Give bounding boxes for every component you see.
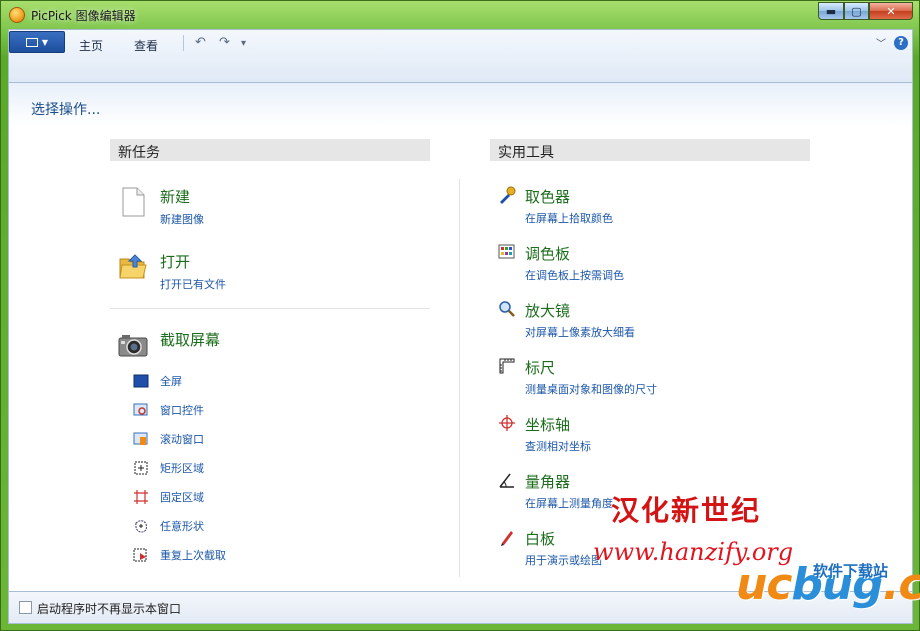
tool-palette[interactable]: 调色板 在调色板上按需调色: [498, 243, 718, 283]
chevron-down-icon: ▼: [41, 37, 49, 47]
window-title: PicPick 图像编辑器: [31, 9, 136, 23]
app-window: PicPick 图像编辑器 ▬ ▢ ✕ ▼ 主页 查看 ↶ ↷ ▾ ﹀ ? 选择…: [0, 0, 920, 631]
ribbon-tab-bar: ▼ 主页 查看 ↶ ↷ ▾ ﹀ ?: [9, 30, 912, 56]
minimize-ribbon-icon[interactable]: ﹀: [876, 35, 886, 50]
tool-description[interactable]: 在屏幕上拾取颜色: [525, 210, 613, 226]
dont-show-label[interactable]: 启动程序时不再显示本窗口: [37, 600, 181, 617]
ribbon: ▼ 主页 查看 ↶ ↷ ▾ ﹀ ?: [8, 29, 913, 83]
capture-screen-item[interactable]: 截取屏幕: [117, 329, 317, 361]
page-title: 选择操作...: [31, 102, 101, 118]
column-divider: [459, 179, 460, 577]
tool-description[interactable]: 对屏幕上像素放大细看: [525, 324, 635, 340]
picpick-app-icon[interactable]: [9, 7, 25, 23]
new-image-item[interactable]: 新建 新建图像: [117, 186, 317, 228]
crosshair-icon: [499, 415, 515, 431]
title-bar[interactable]: PicPick 图像编辑器 ▬ ▢ ✕: [1, 1, 919, 29]
minimize-button[interactable]: ▬: [818, 2, 844, 20]
tab-home[interactable]: 主页: [79, 37, 103, 54]
tool-description[interactable]: 在调色板上按需调色: [525, 267, 624, 283]
undo-icon[interactable]: ↶: [195, 35, 206, 50]
blank-page-icon: [122, 187, 145, 217]
capture-label: 截取屏幕: [160, 331, 221, 349]
open-label: 打开: [160, 253, 191, 271]
fixed-region-icon: [134, 490, 148, 504]
tab-view[interactable]: 查看: [134, 37, 158, 54]
capture-option-label: 全屏: [160, 375, 182, 388]
tool-label: 取色器: [525, 188, 571, 206]
tools-header: 实用工具: [490, 139, 810, 161]
menu-glyph-icon: [25, 37, 38, 47]
dont-show-checkbox[interactable]: [19, 601, 32, 614]
rect-region-icon: [134, 461, 148, 475]
capture-option-label: 固定区域: [160, 491, 204, 504]
tool-description[interactable]: 测量桌面对象和图像的尺寸: [525, 381, 657, 397]
new-description[interactable]: 新建图像: [160, 211, 204, 227]
open-file-item[interactable]: 打开 打开已有文件: [117, 251, 317, 293]
tool-label: 量角器: [525, 473, 571, 491]
tool-ruler[interactable]: 标尺 测量桌面对象和图像的尺寸: [498, 357, 718, 397]
content-header-band: 选择操作...: [9, 83, 912, 127]
new-label: 新建: [160, 188, 191, 206]
section-divider: [110, 308, 430, 309]
protractor-icon: [499, 473, 514, 488]
tool-label: 调色板: [525, 245, 571, 263]
capture-option-label: 窗口控件: [160, 404, 204, 417]
fullscreen-icon: [133, 374, 149, 388]
capture-option-label: 任意形状: [160, 520, 204, 533]
tool-crosshair[interactable]: 坐标轴 查测相对坐标: [498, 414, 718, 454]
tool-label: 放大镜: [525, 302, 571, 320]
close-button[interactable]: ✕: [869, 2, 913, 20]
start-panel: 选择操作... 新任务 实用工具 新建 新建图像 打开 打开已有文件 截取屏幕 …: [8, 83, 913, 591]
ruler-icon: [499, 358, 515, 374]
file-menu-button[interactable]: ▼: [9, 31, 65, 53]
help-icon[interactable]: ?: [894, 35, 908, 50]
palette-icon: [498, 244, 515, 259]
capture-option-label: 滚动窗口: [160, 433, 204, 446]
tool-label: 标尺: [525, 359, 556, 377]
tool-color-picker[interactable]: 取色器 在屏幕上拾取颜色: [498, 186, 718, 226]
maximize-button[interactable]: ▢: [844, 2, 869, 20]
folder-icon: [119, 254, 147, 279]
window-controls: ▬ ▢ ✕: [818, 2, 913, 20]
open-description[interactable]: 打开已有文件: [160, 276, 226, 292]
ucbug-logo-uc: uc: [736, 559, 792, 610]
tool-description[interactable]: 查测相对坐标: [525, 438, 591, 454]
tool-description[interactable]: 用于演示或绘图: [525, 552, 602, 568]
color-picker-icon: [500, 186, 516, 204]
capture-option-label: 重复上次截取: [160, 549, 226, 562]
ribbon-right-controls: ﹀ ?: [876, 35, 908, 50]
redo-icon[interactable]: ↷: [219, 35, 230, 50]
whiteboard-icon: [501, 531, 513, 546]
magnifier-icon: [499, 301, 515, 317]
capture-option-label: 矩形区域: [160, 462, 204, 475]
freehand-icon: [135, 520, 147, 533]
camera-icon: [118, 335, 148, 357]
scroll-window-icon: [133, 432, 148, 445]
tool-magnifier[interactable]: 放大镜 对屏幕上像素放大细看: [498, 300, 718, 340]
window-control-icon: [133, 403, 148, 416]
new-task-header: 新任务: [110, 139, 430, 161]
quick-access-dropdown-icon[interactable]: ▾: [241, 38, 246, 49]
ucbug-logo-cc: .cc: [882, 559, 920, 610]
hanzify-watermark: 汉化新世纪: [611, 494, 762, 527]
software-download-watermark: 软件下载站: [813, 562, 889, 580]
tool-label: 白板: [525, 530, 556, 548]
repeat-capture-icon: [133, 548, 147, 562]
tool-label: 坐标轴: [525, 416, 571, 434]
toolbar-separator: [183, 35, 184, 51]
tool-description[interactable]: 在屏幕上测量角度: [525, 495, 613, 511]
